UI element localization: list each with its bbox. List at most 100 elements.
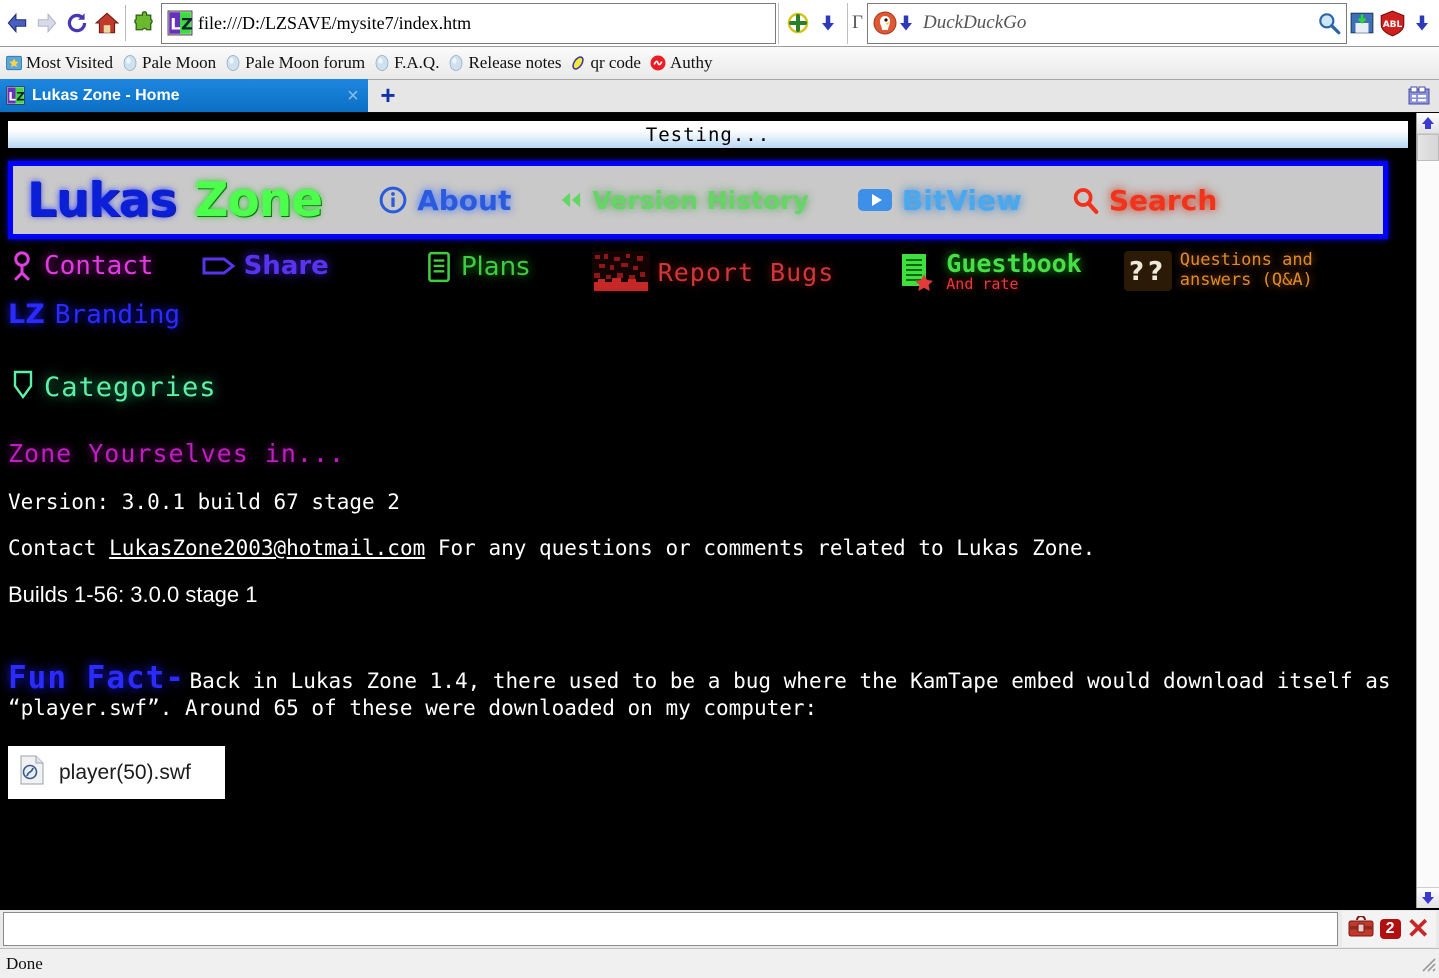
rewind-icon	[559, 189, 583, 211]
tab-bar-empty-space	[408, 79, 1399, 112]
subnav-contact[interactable]: Contact	[8, 251, 154, 281]
bookmark-pale-moon-forum[interactable]: Pale Moon forum	[222, 49, 371, 77]
subnav-label: Share	[243, 251, 329, 281]
find-input[interactable]	[3, 912, 1338, 946]
fun-fact-block: Fun Fact- Back in Lukas Zone 1.4, there …	[8, 660, 1416, 720]
nav-link-bitview[interactable]: BitView	[857, 184, 1022, 217]
search-input-placeholder[interactable]: DuckDuckGo	[923, 12, 1312, 34]
site-subnav-row2: LZ Branding	[8, 299, 1416, 330]
search-bar[interactable]: DuckDuckGo	[867, 2, 1347, 44]
new-tab-button[interactable]: +	[368, 79, 408, 112]
find-bar-badge-count[interactable]: 2	[1379, 919, 1401, 939]
svg-text:Z: Z	[16, 89, 25, 103]
palemoon-icon	[450, 55, 463, 71]
subnav-questions-answers[interactable]: ? ? Questions and answers (Q&A)	[1123, 251, 1313, 291]
search-go-button[interactable]	[1312, 10, 1346, 36]
info-circle-icon	[378, 185, 408, 215]
logo-text-zone: Zone	[194, 172, 323, 228]
page-headline: Zone Yourselves in...	[8, 439, 346, 468]
nav-link-label: About	[417, 183, 512, 217]
toolbar-divider-glyph: Г	[852, 12, 863, 33]
lukas-zone-favicon: L Z	[6, 86, 25, 105]
svg-text:L: L	[8, 89, 16, 103]
nav-link-version-history[interactable]: Version History	[559, 186, 809, 215]
magnifier-icon	[1319, 13, 1341, 35]
bookmark-label: F.A.Q.	[394, 53, 440, 72]
bookmark-release-notes[interactable]: Release notes	[445, 49, 567, 77]
site-header: Lukas Zone About Version History BitView…	[8, 161, 1388, 239]
svg-text:L: L	[170, 15, 180, 34]
document-list-icon	[425, 251, 453, 283]
shield-icon	[12, 370, 34, 405]
subnav-label-line2: answers (Q&A)	[1179, 270, 1313, 290]
subnav-report-bugs[interactable]: Report Bugs	[591, 251, 835, 293]
scrollbar-track[interactable]	[1417, 134, 1439, 887]
marquee-text: Testing...	[645, 123, 771, 146]
subnav-share[interactable]: Share	[202, 251, 329, 281]
address-bar[interactable]: L Z file:///D:/LZSAVE/mysite7/index.htm	[161, 2, 777, 44]
play-button-icon	[857, 187, 893, 213]
scrollbar-thumb[interactable]	[1417, 134, 1439, 161]
site-logo[interactable]: Lukas Zone	[27, 172, 323, 228]
bookmark-pale-moon[interactable]: Pale Moon	[119, 49, 222, 77]
subnav-plans[interactable]: Plans	[425, 251, 530, 283]
categories-link[interactable]: Categories	[12, 370, 1416, 405]
link-ring-icon	[572, 56, 585, 70]
forward-button[interactable]	[32, 3, 62, 43]
save-page-button[interactable]	[1347, 3, 1377, 43]
categories-label: Categories	[44, 372, 217, 403]
nav-link-search[interactable]: Search	[1070, 184, 1217, 217]
fun-fact-text: Back in Lukas Zone 1.4, there used to be…	[8, 669, 1391, 720]
search-dropdown-icon[interactable]	[897, 13, 915, 33]
fun-fact-label: Fun Fact-	[8, 660, 185, 696]
duckduckgo-icon[interactable]	[873, 11, 897, 35]
subnav-label: Guestbook	[946, 249, 1082, 278]
page-viewport: Testing... Lukas Zone About Version Hist…	[0, 113, 1439, 908]
bookmark-label: Pale Moon forum	[245, 53, 366, 72]
contact-email-link[interactable]: LukasZone2003@hotmail.com	[109, 536, 425, 560]
bookmark-authy[interactable]: Authy	[647, 49, 719, 77]
adblock-button[interactable]: ABL	[1377, 3, 1407, 43]
subnav-branding[interactable]: LZ Branding	[8, 299, 180, 330]
tab-bar: L Z Lukas Zone - Home × +	[0, 79, 1439, 113]
palemoon-icon	[123, 55, 137, 71]
svg-text:?: ?	[1148, 257, 1163, 287]
file-attachment-item[interactable]: player(50).swf	[8, 746, 225, 799]
scrollbar-down-button[interactable]	[1417, 887, 1439, 908]
contact-line: Contact LukasZone2003@hotmail.com For an…	[8, 536, 1416, 560]
reload-button[interactable]	[62, 3, 92, 43]
find-bar-close-button[interactable]: ✕	[1407, 915, 1430, 943]
question-marks-icon: ? ?	[1123, 251, 1172, 291]
bookmark-label: qr code	[590, 53, 641, 72]
scrollbar-up-button[interactable]	[1417, 113, 1439, 134]
bookmark-most-visited[interactable]: Most Visited	[3, 49, 119, 77]
addon-dropdown-button[interactable]	[813, 3, 843, 43]
toolbox-icon[interactable]	[1348, 914, 1374, 943]
nav-link-about[interactable]: About	[378, 184, 511, 217]
find-bar: 2 ✕	[0, 908, 1439, 948]
browser-window: L Z file:///D:/LZSAVE/mysite7/index.htm …	[0, 0, 1439, 978]
status-text: Done	[6, 953, 43, 973]
home-icon	[94, 12, 120, 34]
bookmark-label: Pale Moon	[141, 53, 217, 72]
magnifier-icon	[1070, 185, 1100, 215]
tab-lukas-zone-home[interactable]: L Z Lukas Zone - Home ×	[0, 79, 368, 112]
addon-install-button[interactable]	[783, 3, 813, 43]
bookmark-faq[interactable]: F.A.Q.	[371, 49, 445, 77]
tab-list-button[interactable]	[1399, 79, 1439, 112]
bookmarks-bar: Most Visited Pale Moon Pale Moon forum F…	[0, 47, 1439, 80]
page-vertical-scrollbar[interactable]	[1416, 113, 1439, 908]
tab-close-button[interactable]: ×	[342, 86, 364, 106]
subnav-guestbook[interactable]: Guestbook And rate	[898, 249, 1082, 292]
adblock-dropdown-button[interactable]	[1407, 3, 1437, 43]
page-content: Testing... Lukas Zone About Version Hist…	[0, 113, 1416, 908]
addon-button[interactable]	[129, 3, 159, 43]
find-bar-tools: 2 ✕	[1341, 911, 1436, 947]
scroll-down-arrow-icon	[1422, 892, 1434, 904]
home-button[interactable]	[92, 3, 122, 43]
back-button[interactable]	[2, 3, 32, 43]
window-resize-grip[interactable]	[1417, 953, 1439, 975]
bug-noise-icon	[591, 251, 650, 293]
bookmark-qr-code[interactable]: qr code	[567, 49, 647, 77]
contact-suffix: For any questions or comments related to…	[425, 536, 1096, 560]
